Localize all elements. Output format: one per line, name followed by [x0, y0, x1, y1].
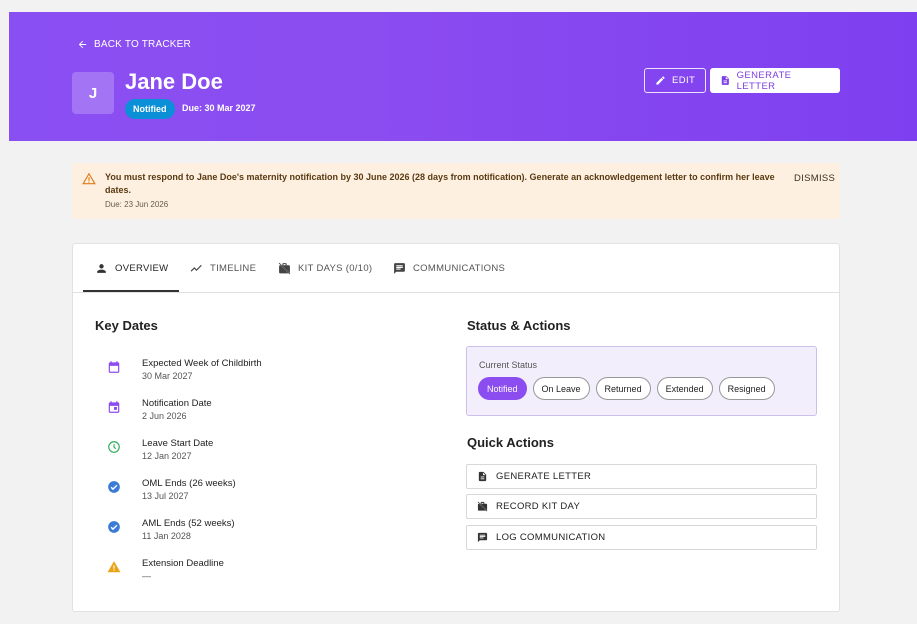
key-date-label: Expected Week of Childbirth: [142, 358, 262, 369]
generate-letter-label: GENERATE LETTER: [736, 69, 792, 92]
check-circle-icon: [108, 521, 120, 533]
quick-actions-title: Quick Actions: [467, 435, 554, 450]
tab-label: COMMUNICATIONS: [413, 263, 506, 274]
key-date-item: Notification Date 2 Jun 2026: [107, 398, 407, 430]
key-date-value: 12 Jan 2027: [142, 451, 192, 461]
deadline-alert: You must respond to Jane Doe's maternity…: [72, 163, 840, 219]
current-status-panel: Current Status Notified On Leave Returne…: [466, 346, 817, 416]
tab-timeline[interactable]: TIMELINE: [190, 244, 256, 293]
key-date-label: Leave Start Date: [142, 438, 214, 449]
timeline-icon: [190, 264, 202, 272]
status-chip-resigned[interactable]: Resigned: [718, 377, 775, 400]
person-icon: [97, 264, 106, 273]
status-chip-extended[interactable]: Extended: [656, 377, 713, 400]
document-icon: [721, 76, 729, 85]
quick-action-label: GENERATE LETTER: [496, 471, 592, 482]
key-date-label: AML Ends (52 weeks): [142, 518, 235, 529]
key-date-label: OML Ends (26 weeks): [142, 478, 236, 489]
tab-communications[interactable]: COMMUNICATIONS: [393, 244, 505, 293]
key-dates-title: Key Dates: [95, 318, 158, 333]
chat-icon: [477, 532, 488, 543]
tab-bar: OVERVIEW TIMELINE KIT DAYS (0/10) COMMUN…: [73, 244, 839, 293]
key-date-label: Extension Deadline: [142, 558, 224, 569]
check-circle-icon: [108, 481, 120, 493]
key-date-item: AML Ends (52 weeks) 11 Jan 2028: [107, 518, 407, 550]
status-chip-on-leave[interactable]: On Leave: [532, 377, 590, 400]
status-badge: Notified: [125, 99, 175, 119]
status-chip-group: Notified On Leave Returned Extended Resi…: [478, 377, 775, 400]
key-date-value: —: [142, 571, 151, 581]
warning-icon: [107, 561, 121, 573]
key-date-label: Notification Date: [142, 398, 212, 409]
tab-label: TIMELINE: [210, 263, 257, 274]
due-date: Due: 30 Mar 2027: [182, 103, 256, 113]
pencil-icon: [656, 76, 665, 85]
avatar: J: [72, 72, 114, 114]
warning-icon: [82, 172, 96, 185]
document-icon: [478, 471, 487, 482]
clock-icon: [108, 441, 120, 453]
event-icon: [108, 401, 120, 413]
profile-header: BACK TO TRACKER J Jane Doe Notified Due:…: [9, 12, 917, 141]
quick-action-label: RECORD KIT DAY: [496, 501, 581, 512]
generate-letter-action[interactable]: GENERATE LETTER: [466, 464, 817, 489]
employee-name: Jane Doe: [125, 69, 223, 94]
key-date-item: Extension Deadline —: [107, 558, 407, 590]
quick-action-label: LOG COMMUNICATION: [496, 532, 606, 543]
current-status-label: Current Status: [479, 360, 538, 370]
dismiss-button[interactable]: DISMISS: [794, 173, 835, 184]
edit-button[interactable]: EDIT: [644, 68, 707, 93]
tab-label: KIT DAYS (0/10): [298, 263, 373, 274]
record-kit-day-action[interactable]: RECORD KIT DAY: [466, 494, 817, 519]
tab-label: OVERVIEW: [115, 263, 169, 274]
key-date-item: Expected Week of Childbirth 30 Mar 2027: [107, 358, 407, 390]
back-label: BACK TO TRACKER: [94, 39, 191, 50]
alert-due: Due: 23 Jun 2026: [105, 200, 169, 209]
key-date-item: Leave Start Date 12 Jan 2027: [107, 438, 407, 470]
arrow-left-icon: [78, 40, 87, 49]
key-date-value: 30 Mar 2027: [142, 371, 193, 381]
tab-kit-days[interactable]: KIT DAYS (0/10): [278, 244, 372, 293]
log-communication-action[interactable]: LOG COMMUNICATION: [466, 525, 817, 550]
status-chip-notified[interactable]: Notified: [478, 377, 527, 400]
key-date-value: 13 Jul 2027: [142, 491, 189, 501]
key-date-value: 2 Jun 2026: [142, 411, 187, 421]
calendar-icon: [108, 361, 120, 373]
edit-label: EDIT: [672, 75, 696, 86]
chat-icon: [394, 263, 405, 274]
key-date-item: OML Ends (26 weeks) 13 Jul 2027: [107, 478, 407, 510]
active-tab-indicator: [83, 290, 179, 292]
back-to-tracker-link[interactable]: BACK TO TRACKER: [77, 39, 191, 50]
detail-card: OVERVIEW TIMELINE KIT DAYS (0/10) COMMUN…: [72, 243, 840, 612]
key-date-value: 11 Jan 2028: [142, 531, 191, 541]
status-chip-returned[interactable]: Returned: [595, 377, 651, 400]
tab-overview[interactable]: OVERVIEW: [95, 244, 168, 293]
alert-message: You must respond to Jane Doe's maternity…: [105, 172, 775, 195]
status-actions-title: Status & Actions: [467, 318, 571, 333]
generate-letter-button[interactable]: GENERATE LETTER: [710, 68, 840, 93]
work-off-icon: [477, 501, 488, 512]
work-off-icon: [278, 262, 291, 275]
